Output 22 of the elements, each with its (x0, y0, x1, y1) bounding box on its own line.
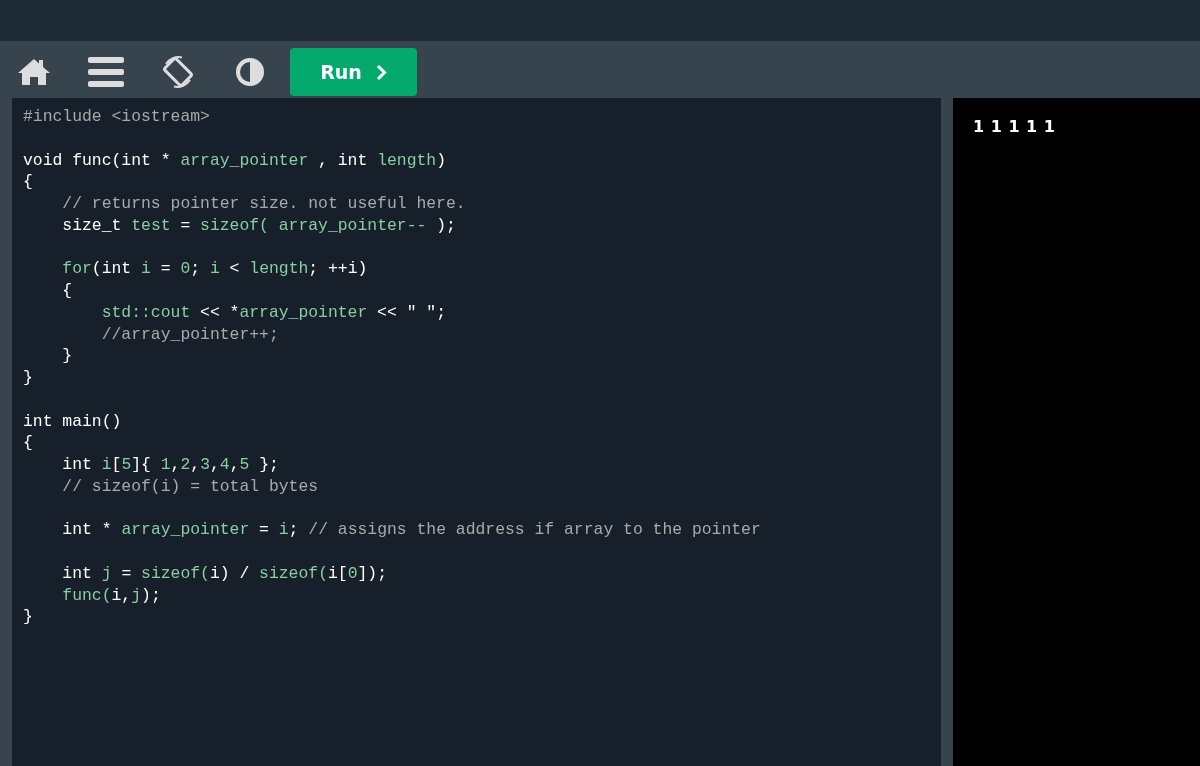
run-button[interactable]: Run (290, 48, 417, 96)
code-line: int main() (23, 410, 123, 433)
code-line: } (23, 367, 34, 389)
output-text: 1 1 1 1 1 (973, 117, 1055, 136)
code-line: for(int i = 0; i < length; ++i) (61, 258, 369, 280)
code-line: { (61, 280, 74, 302)
code-line: // returns pointer size. not useful here. (61, 193, 467, 215)
code-line: int * array_pointer = i; // assigns the address if array to the pointer (61, 519, 762, 541)
code-line: // sizeof(i) = total bytes (61, 475, 320, 498)
code-line: } (23, 606, 34, 628)
code-line: } (61, 345, 74, 367)
code-line: { (23, 171, 34, 193)
chevron-icon (375, 63, 387, 81)
code-line: void func(int * array_pointer , int length) (23, 149, 447, 172)
code-line: { (23, 432, 34, 454)
code-line: //array_pointer++; (100, 323, 280, 346)
code-line: #include <iostream> (23, 106, 211, 128)
code-line: int j = sizeof(i) / sizeof(i[0]); (61, 562, 388, 585)
code-line: std::cout << *array_pointer << " "; (100, 301, 447, 324)
code-line: func(i,j); (61, 584, 162, 607)
code-line: int i[5]{ 1,2,3,4,5 }; (61, 454, 280, 476)
code-line: size_t test = sizeof( array_pointer-- ); (61, 214, 457, 237)
